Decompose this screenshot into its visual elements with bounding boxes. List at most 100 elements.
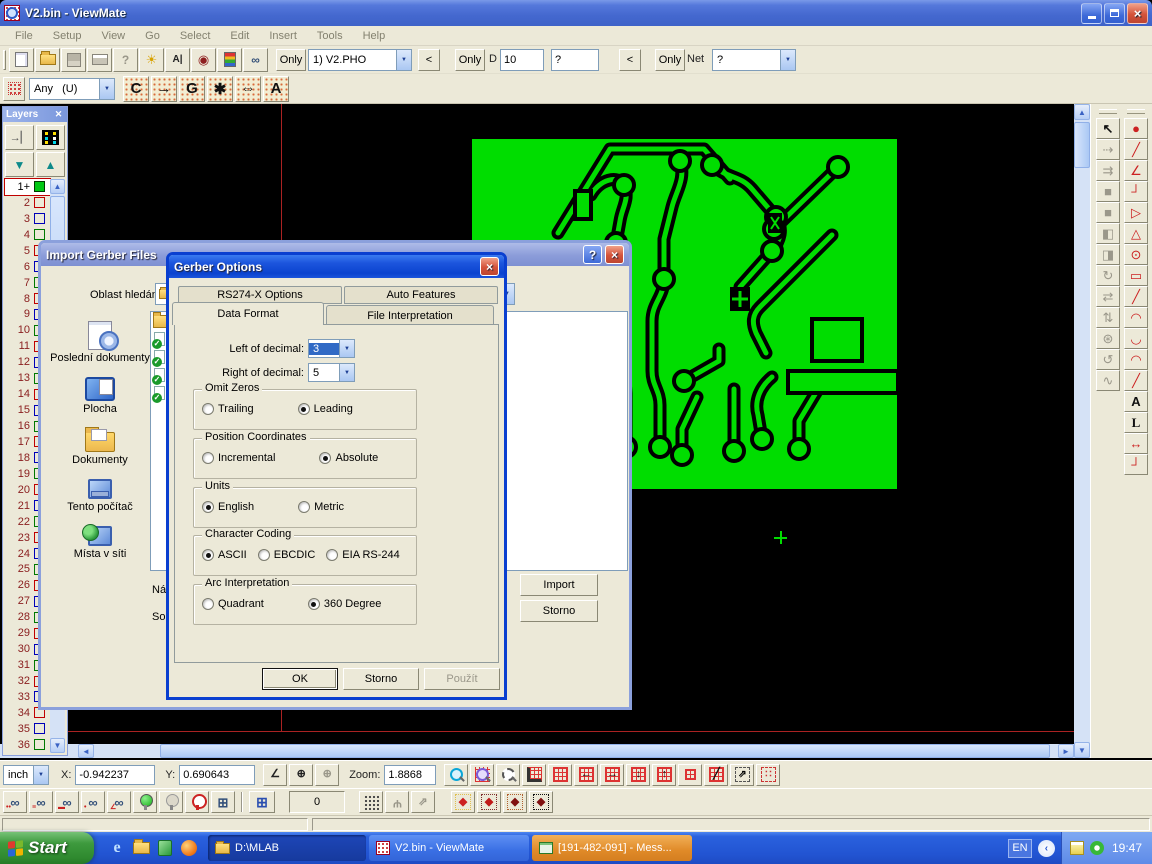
draw-circle-tool[interactable]: ⊙ bbox=[1124, 244, 1148, 265]
radio-option[interactable]: EBCDIC bbox=[258, 549, 316, 561]
highlight-component-button[interactable]: C bbox=[123, 76, 149, 102]
menu-view[interactable]: View bbox=[92, 28, 134, 44]
language-indicator[interactable]: EN bbox=[1008, 839, 1032, 858]
menu-tools[interactable]: Tools bbox=[308, 28, 352, 44]
menu-select[interactable]: Select bbox=[171, 28, 220, 44]
layer-row[interactable]: 3 bbox=[5, 211, 50, 227]
radio-option[interactable]: Quadrant bbox=[202, 598, 264, 610]
scroll-right-icon[interactable]: ► bbox=[1058, 744, 1074, 758]
draw-slash-tool[interactable]: ╱ bbox=[1124, 286, 1148, 307]
layer-row[interactable]: 35 bbox=[5, 721, 50, 737]
draw-triangle-tool[interactable]: △ bbox=[1124, 223, 1148, 244]
menu-setup[interactable]: Setup bbox=[44, 28, 91, 44]
selection-grid-icon[interactable] bbox=[3, 77, 25, 101]
layer-color-swatch[interactable] bbox=[34, 181, 45, 192]
tile-view-icon[interactable]: ⊞ bbox=[211, 791, 235, 813]
fill-outline-tool[interactable]: ■ bbox=[1096, 202, 1120, 223]
place-recent-documents[interactable]: Poslední dokumenty bbox=[49, 321, 151, 365]
chevron-down-icon[interactable]: ▼ bbox=[780, 50, 795, 70]
undo-tool[interactable]: ↺ bbox=[1096, 349, 1120, 370]
draw-text-tool[interactable]: A bbox=[1124, 391, 1148, 412]
highlight-text-button[interactable]: A bbox=[263, 76, 289, 102]
draw-label-tool[interactable]: L bbox=[1124, 412, 1148, 433]
fill-solid-tool[interactable]: ■ bbox=[1096, 181, 1120, 202]
draw-sketch-tool[interactable]: ╱ bbox=[1124, 370, 1148, 391]
mirror-vertical-tool[interactable]: ◧ bbox=[1096, 223, 1120, 244]
layer-row[interactable]: 36 bbox=[5, 737, 50, 753]
tab-file-interpretation[interactable]: File Interpretation bbox=[326, 305, 494, 325]
draw-open-angle-tool[interactable]: ▷ bbox=[1124, 202, 1148, 223]
right-of-decimal-select[interactable]: 5▼ bbox=[308, 363, 355, 382]
save-icon[interactable] bbox=[61, 48, 86, 72]
move-items-tool[interactable]: ⇉ bbox=[1096, 160, 1120, 181]
layer-setup-button[interactable] bbox=[36, 125, 65, 150]
swap-tool[interactable]: ⇄ bbox=[1096, 286, 1120, 307]
tab-data-format[interactable]: Data Format bbox=[172, 302, 324, 325]
flash-select-icon[interactable]: ◆ bbox=[477, 791, 501, 813]
zoom-field[interactable] bbox=[384, 765, 436, 785]
y-coordinate-field[interactable] bbox=[179, 765, 255, 785]
grid-offset-icon[interactable]: ╱ bbox=[704, 764, 728, 786]
chevron-down-icon[interactable]: ▼ bbox=[339, 340, 354, 357]
move-layer-up-button[interactable]: ▲ bbox=[36, 152, 65, 177]
draw-arc-down-tool[interactable]: ◡ bbox=[1124, 328, 1148, 349]
dcode-query-input[interactable] bbox=[551, 49, 599, 71]
task-mlab[interactable]: D:\MLAB bbox=[208, 835, 366, 861]
draw-pad-tool[interactable]: ● bbox=[1124, 118, 1148, 139]
point-select-icon[interactable]: ∷ bbox=[756, 764, 780, 786]
flash-frame-icon[interactable]: ◆ bbox=[529, 791, 553, 813]
chevron-down-icon[interactable]: ▼ bbox=[33, 766, 48, 784]
align-tool[interactable]: ⇅ bbox=[1096, 307, 1120, 328]
menu-edit[interactable]: Edit bbox=[221, 28, 258, 44]
examine-ruler-icon[interactable]: ∞ bbox=[243, 48, 268, 72]
flash-highlight-icon[interactable]: ◆ bbox=[451, 791, 475, 813]
only-net-button[interactable]: Only bbox=[655, 49, 685, 71]
dialog-close-button[interactable]: × bbox=[480, 257, 499, 276]
rotate-tool[interactable]: ↻ bbox=[1096, 265, 1120, 286]
draw-corner-tool[interactable]: ┘ bbox=[1124, 181, 1148, 202]
draw-arc-segment-tool[interactable]: ◠ bbox=[1124, 349, 1148, 370]
start-button[interactable]: Start bbox=[0, 832, 94, 864]
toolbar-grip[interactable] bbox=[1099, 109, 1117, 114]
new-file-icon[interactable] bbox=[9, 48, 34, 72]
quick-firefox-icon[interactable] bbox=[180, 839, 198, 857]
scroll-down-icon[interactable]: ▼ bbox=[1074, 742, 1090, 758]
radio-option[interactable]: Incremental bbox=[202, 452, 275, 464]
grid-dots-icon[interactable] bbox=[359, 791, 383, 813]
examine-angle-icon[interactable]: ∞ ∠ bbox=[107, 791, 131, 813]
highlight-off-icon[interactable] bbox=[159, 791, 183, 813]
draw-dimension-tool[interactable]: ↔ bbox=[1124, 433, 1148, 454]
layer-select[interactable]: 1) V2.PHO▼ bbox=[308, 49, 412, 71]
filter-select[interactable]: Any (U)▼ bbox=[29, 78, 115, 100]
scroll-left-icon[interactable]: ◄ bbox=[78, 744, 94, 758]
dock-layer-button[interactable]: →▏ bbox=[5, 125, 34, 150]
zoom-tool-icon[interactable] bbox=[444, 764, 468, 786]
pan-down-icon[interactable]: ↓ bbox=[626, 764, 650, 786]
pan-left-icon[interactable]: ← bbox=[574, 764, 598, 786]
highlight-outline-icon[interactable] bbox=[185, 791, 209, 813]
gerber-file-checked-icon-3[interactable] bbox=[154, 368, 165, 382]
net-select[interactable]: ?▼ bbox=[712, 49, 796, 71]
pan-right-icon[interactable]: → bbox=[600, 764, 624, 786]
draw-line-tool[interactable]: ╱ bbox=[1124, 139, 1148, 160]
task-messenger[interactable]: [191-482-091] - Mess... bbox=[532, 835, 692, 861]
goto-arrow-button[interactable]: → bbox=[151, 76, 177, 102]
place-desktop[interactable]: Plocha bbox=[49, 374, 151, 416]
ok-button[interactable]: OK bbox=[262, 668, 338, 690]
anchor-icon[interactable]: Ψ bbox=[385, 791, 409, 813]
left-of-decimal-select[interactable]: 3▼ bbox=[308, 339, 355, 358]
examine-board-icon[interactable]: ∞ ▬ bbox=[55, 791, 79, 813]
layer-row[interactable]: 2 bbox=[5, 195, 50, 211]
only-layer-button[interactable]: Only bbox=[276, 49, 306, 71]
freehand-select-tool[interactable]: ∿ bbox=[1096, 370, 1120, 391]
zoom-grid-icon[interactable] bbox=[470, 764, 494, 786]
minimize-button[interactable] bbox=[1081, 3, 1102, 24]
layer-color-swatch[interactable] bbox=[34, 197, 45, 208]
tray-notes-icon[interactable] bbox=[1070, 841, 1084, 855]
radio-option[interactable]: ASCII bbox=[202, 549, 247, 561]
gerber-file-checked-icon-1[interactable] bbox=[154, 332, 165, 346]
radio-option[interactable]: Metric bbox=[298, 501, 344, 513]
open-file-icon[interactable] bbox=[35, 48, 60, 72]
examine-item-icon[interactable]: ∞ • bbox=[81, 791, 105, 813]
draw-angle-line-tool[interactable]: ∠ bbox=[1124, 160, 1148, 181]
